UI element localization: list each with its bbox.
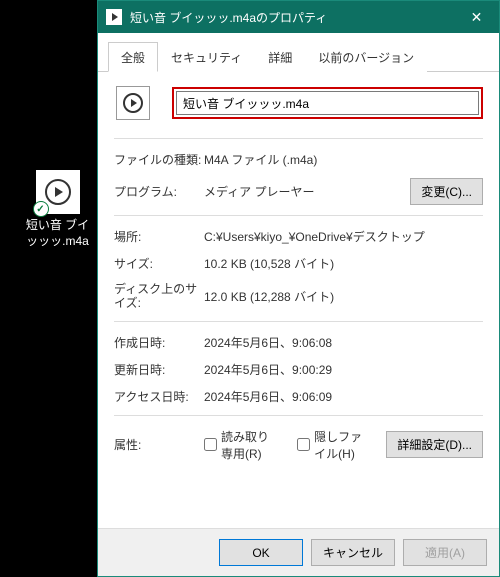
tab-content: ファイルの種類: M4A ファイル (.m4a) プログラム: メディア プレー… [98, 72, 499, 528]
program-value: メディア プレーヤー [204, 183, 410, 200]
advanced-button[interactable]: 詳細設定(D)... [386, 431, 483, 458]
accessed-value: 2024年5月6日、9:06:09 [204, 388, 483, 405]
modified-label: 更新日時: [114, 361, 204, 378]
file-type-icon [116, 86, 150, 120]
close-button[interactable]: ✕ [454, 1, 499, 33]
created-label: 作成日時: [114, 334, 204, 351]
media-file-icon [36, 170, 80, 214]
disksize-label: ディスク上のサイズ: [114, 282, 204, 311]
play-icon [45, 179, 71, 205]
change-program-button[interactable]: 変更(C)... [410, 178, 483, 205]
attributes-label: 属性: [114, 436, 204, 453]
separator [114, 215, 483, 216]
ok-button[interactable]: OK [219, 539, 303, 566]
tab-details[interactable]: 詳細 [255, 42, 305, 72]
size-label: サイズ: [114, 255, 204, 272]
tab-general[interactable]: 全般 [108, 42, 158, 72]
readonly-text: 読み取り専用(R) [221, 428, 277, 462]
created-value: 2024年5月6日、9:06:08 [204, 334, 483, 351]
tab-previous-versions[interactable]: 以前のバージョン [305, 42, 427, 72]
filetype-label: ファイルの種類: [114, 151, 204, 168]
apply-button[interactable]: 適用(A) [403, 539, 487, 566]
disksize-value: 12.0 KB (12,288 バイト) [204, 288, 483, 305]
hidden-checkbox-label[interactable]: 隠しファイル(H) [297, 428, 370, 462]
titlebar[interactable]: 短い音 ブイッッッ.m4aのプロパティ ✕ [98, 1, 499, 33]
tab-security[interactable]: セキュリティ [158, 42, 255, 72]
desktop-icon-label: 短い音 ブイッッッ.m4a [20, 218, 95, 249]
accessed-label: アクセス日時: [114, 388, 204, 405]
size-value: 10.2 KB (10,528 バイト) [204, 255, 483, 272]
tab-strip: 全般 セキュリティ 詳細 以前のバージョン [98, 33, 499, 72]
hidden-text: 隠しファイル(H) [314, 428, 370, 462]
titlebar-file-icon [106, 9, 122, 25]
dialog-footer: OK キャンセル 適用(A) [98, 528, 499, 576]
play-icon [123, 93, 143, 113]
separator [114, 415, 483, 416]
location-value: C:¥Users¥kiyo_¥OneDrive¥デスクトップ [204, 228, 483, 245]
readonly-checkbox[interactable] [204, 438, 217, 451]
separator [114, 321, 483, 322]
modified-value: 2024年5月6日、9:00:29 [204, 361, 483, 378]
location-label: 場所: [114, 228, 204, 245]
filetype-value: M4A ファイル (.m4a) [204, 151, 483, 168]
hidden-checkbox[interactable] [297, 438, 310, 451]
readonly-checkbox-label[interactable]: 読み取り専用(R) [204, 428, 277, 462]
desktop: 短い音 ブイッッッ.m4a 短い音 ブイッッッ.m4aのプロパティ ✕ 全般 セ… [0, 0, 500, 577]
sync-ok-icon [33, 201, 49, 217]
filename-highlight [172, 87, 483, 119]
desktop-file-icon[interactable]: 短い音 ブイッッッ.m4a [20, 170, 95, 249]
separator [114, 138, 483, 139]
properties-dialog: 短い音 ブイッッッ.m4aのプロパティ ✕ 全般 セキュリティ 詳細 以前のバー… [97, 0, 500, 577]
program-label: プログラム: [114, 183, 204, 200]
dialog-title: 短い音 ブイッッッ.m4aのプロパティ [130, 9, 454, 26]
cancel-button[interactable]: キャンセル [311, 539, 395, 566]
filename-input[interactable] [176, 91, 479, 115]
